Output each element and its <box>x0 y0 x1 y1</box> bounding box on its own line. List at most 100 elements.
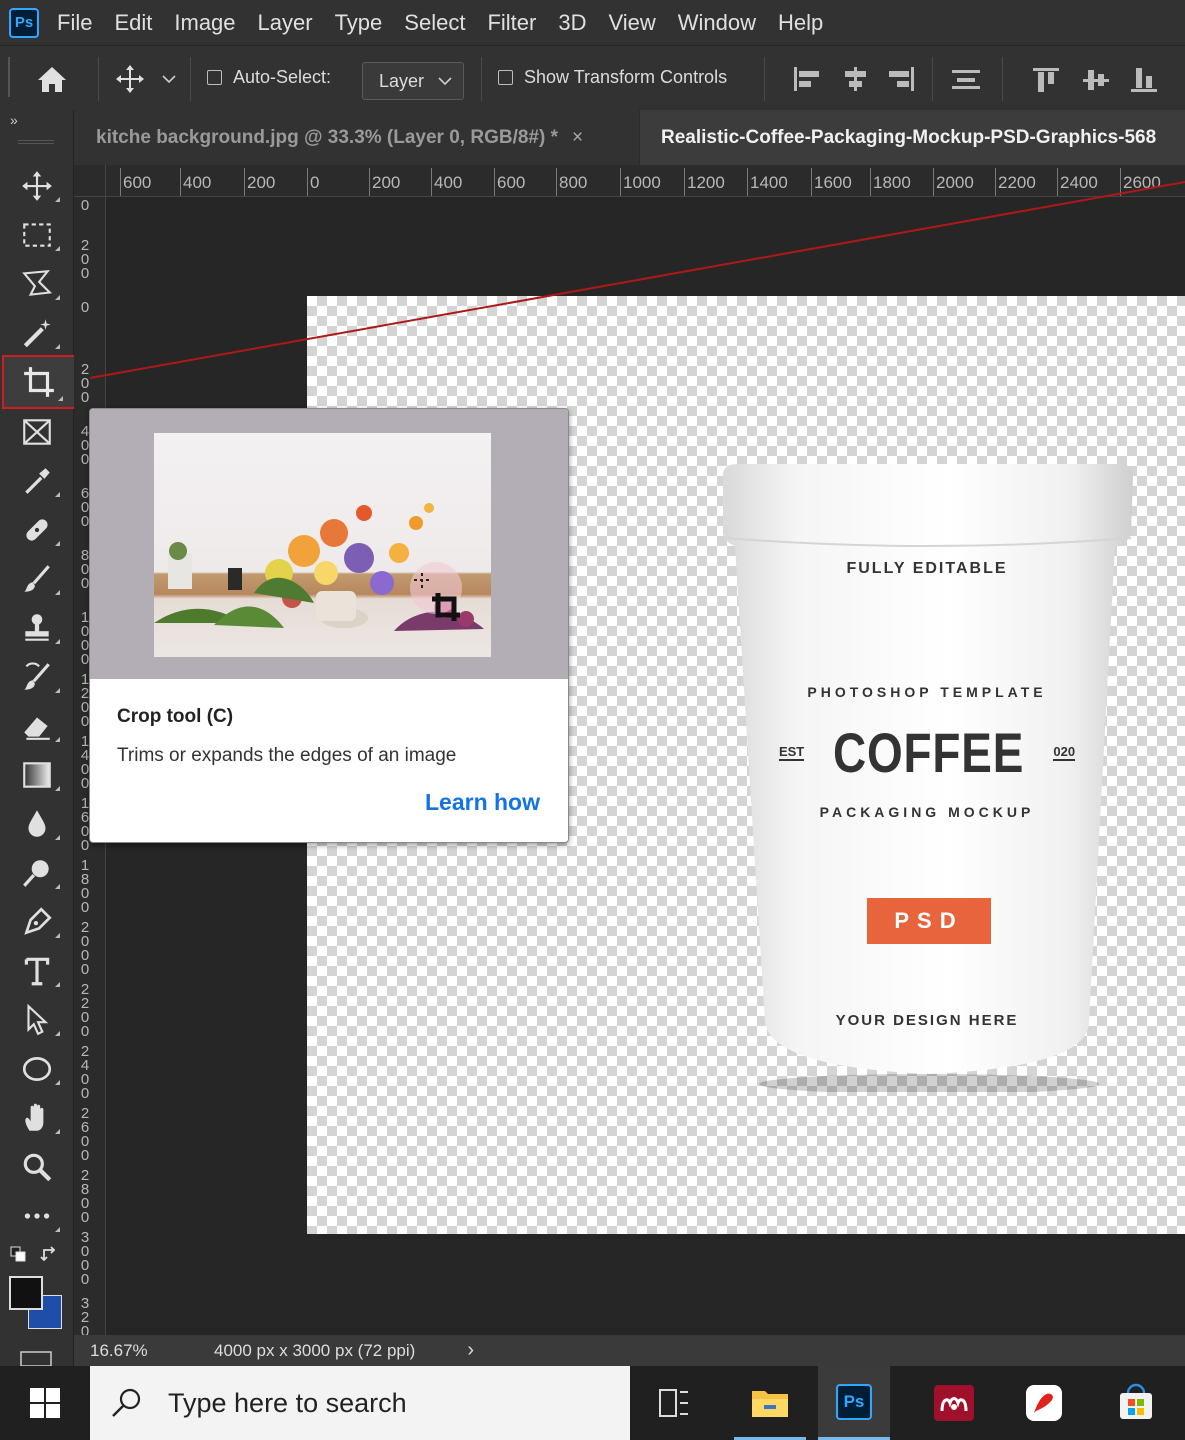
pdf-reader-button[interactable] <box>1008 1366 1080 1440</box>
divider <box>932 57 933 101</box>
photoshop-logo-icon[interactable]: Ps <box>9 7 39 38</box>
align-left-icon[interactable] <box>792 66 822 92</box>
ruler-label: 400 <box>183 173 212 192</box>
ruler-label: 0 <box>80 197 90 214</box>
lasso-tool[interactable] <box>0 260 74 308</box>
menu-layer[interactable]: Layer <box>258 10 313 36</box>
start-button[interactable] <box>0 1366 90 1440</box>
menu-file[interactable]: File <box>57 10 92 36</box>
brush-tool[interactable] <box>0 555 74 603</box>
ruler-tick <box>1057 168 1058 196</box>
distribute-icon[interactable] <box>950 66 982 92</box>
search-icon <box>112 1388 141 1417</box>
align-right-icon[interactable] <box>886 66 916 92</box>
magnifier-icon <box>23 1153 52 1182</box>
search-placeholder: Type here to search <box>168 1387 407 1418</box>
menu-view[interactable]: View <box>608 10 655 36</box>
move-tool-icon[interactable] <box>114 63 146 95</box>
coffee-bag-mockup: FULLY EDITABLE PHOTOSHOP TEMPLATE EST CO… <box>717 462 1137 1092</box>
options-bar: Auto-Select: Layer Show Transform Contro… <box>0 45 1185 110</box>
coffee-logo: EST COFFEE 020 <box>717 720 1137 785</box>
flower-illustration <box>154 503 484 631</box>
home-icon[interactable] <box>36 64 68 94</box>
ruler-label: 1600 <box>814 173 852 192</box>
taskbar-search-box[interactable]: Type here to search <box>90 1366 630 1440</box>
tool-flyout-marker <box>58 396 63 401</box>
menu-filter[interactable]: Filter <box>487 10 536 36</box>
microsoft-store-button[interactable] <box>1100 1366 1172 1440</box>
show-transform-checkbox[interactable] <box>498 70 513 85</box>
edit-toolbar[interactable] <box>0 1192 74 1240</box>
foreground-color-swatch[interactable] <box>9 1276 43 1310</box>
options-grip[interactable] <box>8 57 10 97</box>
menu-edit[interactable]: Edit <box>114 10 152 36</box>
bag-text-arc-bottom: PACKAGING MOCKUP <box>819 804 1035 820</box>
align-bottom-icon[interactable] <box>1130 66 1158 94</box>
photoshop-taskbar-button[interactable]: Ps <box>818 1366 890 1440</box>
ruler-tick <box>747 168 748 196</box>
folder-icon <box>752 1390 788 1417</box>
collapse-toolbox-icon[interactable]: » <box>10 112 18 128</box>
chevron-down-icon[interactable] <box>162 74 176 84</box>
file-explorer-button[interactable] <box>734 1366 806 1440</box>
tool-flyout-marker <box>55 737 60 742</box>
water-drop-icon <box>28 810 46 837</box>
ruler-tick <box>431 168 432 196</box>
auto-select-checkbox[interactable] <box>207 70 222 85</box>
layer-dropdown[interactable]: Layer <box>362 62 464 100</box>
ruler-origin[interactable] <box>74 165 106 197</box>
ruler-label: 800 <box>559 173 588 192</box>
marquee-icon <box>23 223 51 247</box>
toolbox-grip[interactable] <box>18 140 54 144</box>
align-vertical-center-icon[interactable] <box>1082 66 1110 94</box>
path-selection-tool[interactable] <box>0 996 74 1044</box>
pen-tool[interactable] <box>0 898 74 946</box>
clone-stamp-tool[interactable] <box>0 604 74 652</box>
dodge-tool[interactable] <box>0 849 74 897</box>
task-view-button[interactable] <box>638 1366 710 1440</box>
quick-mask-icon[interactable] <box>20 1350 52 1366</box>
tab-coffee-mockup[interactable]: Realistic-Coffee-Packaging-Mockup-PSD-Gr… <box>640 110 1185 165</box>
mendeley-button[interactable] <box>918 1366 990 1440</box>
healing-brush-tool[interactable] <box>0 506 74 554</box>
type-tool[interactable] <box>0 947 74 995</box>
eyedropper-tool[interactable] <box>0 457 74 505</box>
eraser-tool[interactable] <box>0 702 74 750</box>
menu-help[interactable]: Help <box>778 10 823 36</box>
tab-label: kitche background.jpg @ 33.3% (Layer 0, … <box>96 126 558 148</box>
history-brush-tool[interactable] <box>0 653 74 701</box>
zoom-level[interactable]: 16.67% <box>90 1341 170 1361</box>
tab-kitchen-background[interactable]: kitche background.jpg @ 33.3% (Layer 0, … <box>74 110 639 165</box>
frame-tool[interactable] <box>0 408 74 456</box>
tool-flyout-marker <box>55 1227 60 1232</box>
marquee-tool[interactable] <box>0 211 74 259</box>
move-tool[interactable] <box>0 162 74 210</box>
hand-tool[interactable] <box>0 1094 74 1142</box>
align-top-icon[interactable] <box>1032 66 1060 94</box>
tool-flyout-marker <box>55 835 60 840</box>
ellipse-tool[interactable] <box>0 1045 74 1093</box>
status-chevron-right-icon[interactable]: › <box>467 1339 474 1362</box>
ruler-tick <box>684 168 685 196</box>
tool-flyout-marker <box>55 982 60 987</box>
menu-window[interactable]: Window <box>678 10 756 36</box>
ruler-label: 1400 <box>750 173 788 192</box>
ruler-tick <box>556 168 557 196</box>
zoom-tool[interactable] <box>0 1143 74 1191</box>
chevron-down-icon <box>438 77 452 86</box>
ruler-label: 2000 <box>936 173 974 192</box>
default-colors-icon[interactable] <box>10 1246 26 1262</box>
menu-image[interactable]: Image <box>174 10 235 36</box>
menu-3d[interactable]: 3D <box>558 10 586 36</box>
magic-wand-tool[interactable] <box>0 309 74 357</box>
gradient-tool[interactable] <box>0 751 74 799</box>
align-horizontal-center-icon[interactable] <box>840 66 870 92</box>
eraser-icon <box>24 717 50 740</box>
swap-colors-icon[interactable] <box>40 1244 60 1264</box>
blur-tool[interactable] <box>0 800 74 848</box>
menu-type[interactable]: Type <box>335 10 383 36</box>
menu-select[interactable]: Select <box>404 10 465 36</box>
close-icon[interactable]: × <box>572 127 583 149</box>
learn-how-link[interactable]: Learn how <box>425 789 540 816</box>
toolbox: » <box>0 110 90 1366</box>
